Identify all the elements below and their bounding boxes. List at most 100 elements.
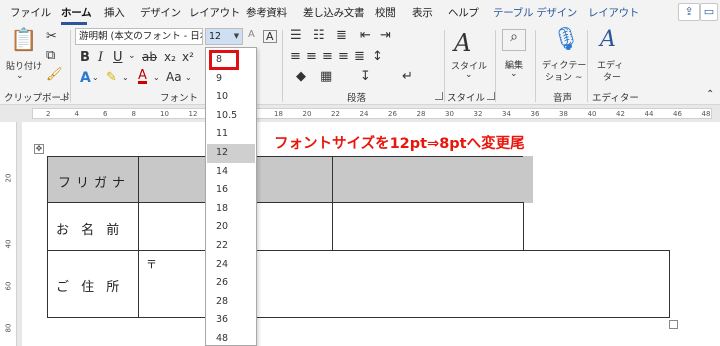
styles-launcher-icon[interactable]	[487, 92, 495, 100]
numbering-icon[interactable]: ☷	[313, 29, 325, 42]
styles-group-label: スタイル	[447, 93, 486, 104]
ruler-number: 28	[416, 110, 426, 118]
styles-icon[interactable]: A	[454, 31, 471, 55]
tab-layout[interactable]: レイアウト	[189, 5, 240, 20]
align-right-icon[interactable]: ≡	[322, 50, 333, 63]
font-size-option[interactable]: 28	[207, 293, 255, 312]
subscript-icon[interactable]: x₂	[164, 51, 176, 63]
sort-icon[interactable]: ↧	[360, 70, 371, 83]
strikethrough-icon[interactable]: ab	[142, 51, 157, 63]
name-label: お 名 前	[56, 223, 124, 238]
share-icon[interactable]: ⇪	[678, 3, 700, 21]
grow-font-icon[interactable]: A	[248, 30, 255, 40]
font-size-option[interactable]: 10.5	[207, 107, 255, 126]
table-move-handle-icon[interactable]: ✥	[34, 144, 44, 154]
tab-review[interactable]: 校閲	[375, 5, 396, 20]
tab-references[interactable]: 参考資料	[246, 5, 287, 20]
dictate-label-2[interactable]: ション ~	[545, 70, 582, 83]
chevron-down-icon[interactable]: ⌄	[128, 52, 136, 61]
bold-icon[interactable]: B	[80, 51, 90, 64]
justify-icon[interactable]: ≡	[338, 50, 349, 63]
font-color-icon[interactable]: A	[138, 69, 147, 84]
char-border-icon[interactable]: A	[263, 30, 277, 43]
shading-icon[interactable]: ◆	[296, 70, 306, 83]
name-extra-cell[interactable]	[332, 202, 524, 251]
decrease-indent-icon[interactable]: ⇤	[360, 29, 371, 42]
font-size-option[interactable]: 10	[207, 88, 255, 107]
highlight-icon[interactable]: ✎	[106, 71, 117, 84]
tab-table-design[interactable]: テーブル デザイン	[493, 5, 577, 20]
multilevel-list-icon[interactable]: ≣	[336, 29, 347, 42]
borders-icon[interactable]: ▦	[320, 70, 332, 83]
paste-dropdown-icon[interactable]: ⌄	[16, 72, 24, 81]
show-marks-icon[interactable]: ↵	[402, 70, 413, 83]
paste-icon[interactable]: 📋	[10, 30, 37, 52]
clipboard-launcher-icon[interactable]	[60, 92, 68, 100]
font-size-option[interactable]: 24	[207, 256, 255, 275]
align-center-icon[interactable]: ≡	[306, 50, 317, 63]
font-size-option[interactable]: 18	[207, 200, 255, 219]
underline-icon[interactable]: U	[113, 51, 123, 64]
chevron-down-icon[interactable]: ⌄	[92, 74, 99, 82]
font-size-option[interactable]: 14	[207, 163, 255, 182]
ruler-number: 26	[388, 110, 397, 118]
group-divider	[535, 30, 536, 102]
ruler-number: 24	[359, 110, 369, 118]
font-size-option[interactable]: 48	[207, 330, 255, 346]
paragraph-launcher-icon[interactable]	[435, 92, 443, 100]
tab-file[interactable]: ファイル	[10, 5, 51, 20]
collapse-ribbon-icon[interactable]: ⌃	[706, 90, 714, 100]
chevron-down-icon[interactable]: ⌄	[185, 74, 192, 82]
editor-label-2[interactable]: ター	[603, 70, 621, 83]
text-effects-icon[interactable]: A	[80, 71, 91, 85]
tab-help[interactable]: ヘルプ	[448, 5, 479, 20]
tab-table-layout[interactable]: レイアウト	[588, 5, 639, 20]
tab-design[interactable]: デザイン	[140, 5, 181, 20]
change-case-icon[interactable]: Aa	[166, 71, 182, 83]
copy-icon[interactable]: ⧉	[46, 49, 55, 62]
font-name-combo[interactable]: 游明朝 (本文のフォント - 日本	[75, 28, 203, 45]
paste-label[interactable]: 貼り付け	[6, 59, 42, 72]
line-spacing-icon[interactable]: ↕	[372, 50, 383, 63]
furigana-extra-cell[interactable]	[332, 156, 524, 203]
font-size-option[interactable]: 11	[207, 125, 255, 144]
align-left-icon[interactable]: ≡	[290, 50, 301, 63]
font-size-dropdown: 8 9 10 10.5 11 12 14 16 18 20 22 24 26 28 36 48	[205, 47, 257, 346]
ruler-number: 30	[445, 110, 454, 118]
font-size-option[interactable]: 26	[207, 274, 255, 293]
tab-mailings[interactable]: 差し込み文書	[303, 5, 365, 20]
font-size-option[interactable]: 36	[207, 311, 255, 330]
cut-icon[interactable]: ✂	[46, 30, 57, 43]
address-label: ご 住 所	[56, 280, 124, 295]
tab-insert[interactable]: 挿入	[104, 5, 125, 20]
font-size-option[interactable]: 22	[207, 237, 255, 256]
comment-icon[interactable]: ▭	[700, 3, 718, 21]
chevron-down-icon[interactable]: ⌄	[122, 74, 129, 82]
table-resize-handle[interactable]	[669, 320, 678, 329]
format-painter-icon[interactable]: 🖌	[46, 68, 63, 81]
chevron-down-icon[interactable]: ⌄	[153, 74, 160, 82]
editor-icon[interactable]: A	[600, 29, 616, 51]
ruler-number: 34	[502, 110, 511, 118]
tab-view[interactable]: 表示	[412, 5, 433, 20]
font-size-option[interactable]: 16	[207, 181, 255, 200]
horizontal-ruler[interactable]: 2468101214161820222426283032343638404244…	[0, 105, 720, 122]
chevron-down-icon[interactable]: ⌄	[510, 70, 518, 79]
tab-home[interactable]: ホーム	[61, 5, 92, 20]
font-size-combo[interactable]: 12 ▼	[205, 28, 243, 45]
font-size-option[interactable]: 9	[207, 70, 255, 89]
superscript-icon[interactable]: x²	[182, 51, 194, 63]
font-size-option[interactable]: 20	[207, 218, 255, 237]
chevron-down-icon[interactable]: ▼	[230, 29, 242, 44]
distributed-icon[interactable]: ≣	[354, 50, 365, 63]
font-size-option[interactable]: 12	[207, 144, 255, 163]
increase-indent-icon[interactable]: ⇥	[380, 29, 391, 42]
italic-icon[interactable]: I	[98, 51, 103, 64]
document-page[interactable]: ✥ フォントサイズを12pt⇒8ptへ変更尾 フリガナ お 名 前 ご 住 所 …	[22, 122, 720, 346]
search-icon[interactable]: ⌕	[502, 29, 526, 51]
vruler-number: 80	[4, 323, 13, 333]
microphone-icon[interactable]: 🎙	[552, 29, 580, 51]
chevron-down-icon[interactable]: ⌄	[465, 71, 473, 80]
vertical-ruler[interactable]: 20 40 60 80	[0, 122, 17, 346]
bullets-icon[interactable]: ☰	[290, 29, 302, 42]
